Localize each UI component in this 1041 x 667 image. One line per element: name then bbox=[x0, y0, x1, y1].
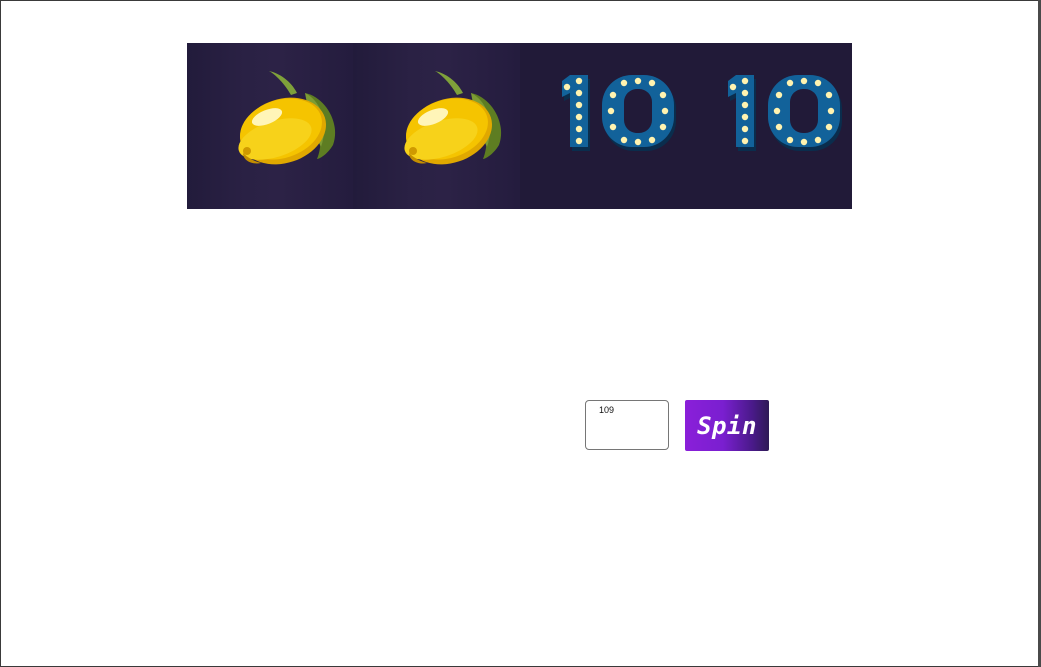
slot-reels bbox=[187, 43, 852, 209]
spin-button[interactable]: Spin bbox=[685, 400, 769, 451]
ten-icon bbox=[727, 75, 842, 151]
lemon-icon bbox=[238, 71, 336, 165]
reel-4 bbox=[685, 43, 852, 209]
reel-1 bbox=[187, 43, 354, 209]
lemon-icon bbox=[404, 71, 502, 165]
reel-3 bbox=[519, 43, 686, 209]
ten-icon bbox=[561, 75, 676, 151]
bet-amount-input[interactable]: 109 bbox=[585, 400, 669, 450]
reel-2 bbox=[353, 43, 520, 209]
